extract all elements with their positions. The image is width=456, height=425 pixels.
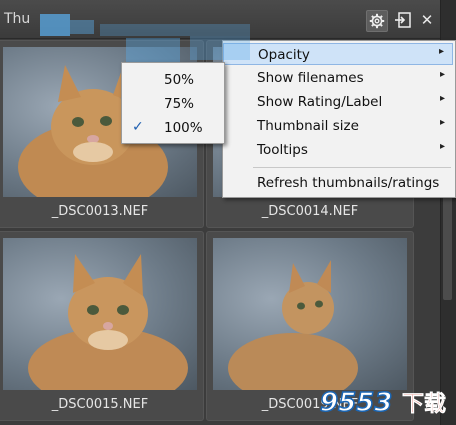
menu-item-show-rating-label[interactable]: Show Rating/Label ▸ [223,91,453,113]
submenu-item-100[interactable]: ✓ 100% [122,117,222,139]
menu-item-label: Tooltips [257,142,308,158]
menu-item-show-filenames[interactable]: Show filenames ▸ [223,67,453,89]
submenu-item-50[interactable]: 50% [122,69,222,91]
menu-separator [253,167,451,168]
submenu-item-75[interactable]: 75% [122,93,222,115]
opacity-submenu: 50% 75% ✓ 100% [121,62,225,144]
cat-photo [28,254,188,390]
menu-item-refresh[interactable]: Refresh thumbnails/ratings [223,172,453,194]
thumbnail-panel: Thu ✕ _DSC0013.NEF _DSC0014.NEF _DSC0015… [0,0,456,425]
panel-titlebar: Thu ✕ [0,0,440,39]
gear-icon[interactable] [366,10,388,32]
submenu-item-label: 50% [164,72,195,88]
svg-text:下载: 下载 [402,391,446,417]
thumbnail-filename: _DSC0013.NEF [51,204,149,219]
submenu-arrow-icon: ▸ [438,46,444,57]
settings-dropdown-menu: Opacity ▸ Show filenames ▸ Show Rating/L… [222,40,456,198]
blurred-title-overlay [100,24,250,36]
thumbnail-filename: _DSC0014.NEF [261,204,359,219]
thumbnail-image [213,238,407,390]
blurred-title-overlay [190,36,250,60]
close-icon[interactable]: ✕ [417,10,437,30]
thumbnail-filename: _DSC0015.NEF [51,397,149,412]
thumbnail-image [3,238,197,390]
blurred-title-overlay [126,38,180,64]
cat-photo [228,260,358,390]
menu-item-label: Show filenames [257,70,364,86]
menu-item-tooltips[interactable]: Tooltips ▸ [223,139,453,161]
menu-item-label: Thumbnail size [257,118,359,134]
panel-title: Thu [4,11,31,27]
menu-item-opacity[interactable]: Opacity ▸ [223,43,453,65]
checkmark-icon: ✓ [132,119,144,135]
submenu-arrow-icon: ▸ [439,141,445,152]
blurred-title-overlay [40,14,70,36]
menu-item-label: Opacity [258,47,310,63]
export-icon[interactable] [393,10,413,30]
svg-text:9553: 9553 [320,388,392,418]
submenu-arrow-icon: ▸ [439,69,445,80]
submenu-item-label: 75% [164,96,195,112]
menu-item-thumbnail-size[interactable]: Thumbnail size ▸ [223,115,453,137]
menu-item-label: Refresh thumbnails/ratings [257,175,440,191]
submenu-arrow-icon: ▸ [439,117,445,128]
submenu-item-label: 100% [164,120,203,136]
submenu-arrow-icon: ▸ [439,93,445,104]
menu-item-label: Show Rating/Label [257,94,383,110]
watermark-logo: 9553 下载 [319,387,446,419]
blurred-title-overlay [70,20,94,34]
thumbnail-card[interactable]: _DSC0015.NEF [0,231,204,421]
